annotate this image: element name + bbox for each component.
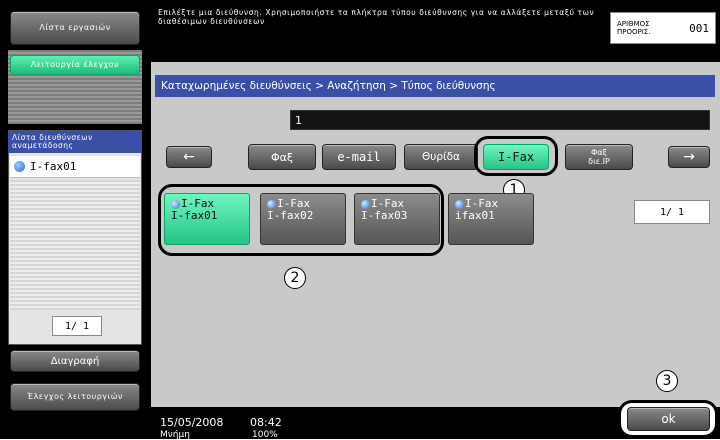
ok-button[interactable]: ok	[627, 407, 710, 431]
address-name: ifax01	[455, 209, 495, 222]
ifax-icon	[14, 161, 25, 172]
broadcast-list-item[interactable]: I-fax01	[10, 156, 140, 178]
left-page-indicator: 1/ 1	[52, 316, 102, 336]
right-page-indicator: 1/ 1	[634, 200, 710, 224]
address-button-ifax01[interactable]: I-Fax I-fax01	[164, 193, 250, 245]
dest-count-label: ΑΡΙΘΜΟΣ ΠΡΟΟΡΙΣ.	[617, 20, 651, 36]
job-list-button[interactable]: Λίστα εργασιών	[10, 11, 140, 45]
tab-ip-fax[interactable]: Φαξ διε.IP	[565, 144, 633, 170]
check-function-button[interactable]: Έλεγχος λειτουργιών	[10, 383, 140, 411]
broadcast-list-title: Λίστα διευθύνσεων αναμετάδοσης	[8, 131, 142, 153]
ip-fax-label-line1: Φαξ	[590, 148, 608, 157]
broadcast-list-empty	[10, 180, 140, 310]
ifax-icon	[455, 199, 464, 209]
instruction-text: Επιλέξτε μια διεύθυνση. Χρησιμοποιήστε τ…	[158, 8, 595, 26]
ip-fax-label-line2: διε.IP	[588, 157, 610, 166]
status-time: 08:42	[250, 416, 282, 429]
callout-3: 3	[656, 370, 678, 392]
tab-ifax[interactable]: I-Fax	[483, 144, 549, 170]
dest-count-box: ΑΡΙΘΜΟΣ ΠΡΟΟΡΙΣ. 001	[610, 12, 716, 44]
tab-fax[interactable]: Φαξ	[248, 144, 316, 170]
prev-page-button[interactable]: ←	[166, 146, 212, 168]
search-field[interactable]: 1	[290, 110, 710, 130]
address-name: I-fax02	[267, 209, 314, 222]
ifax-icon	[361, 199, 370, 209]
callout-2: 2	[284, 267, 306, 289]
address-name: I-fax01	[171, 209, 218, 222]
breadcrumb: Καταχωρημένες διευθύνσεις > Αναζήτηση > …	[155, 75, 715, 97]
next-page-button[interactable]: →	[668, 146, 710, 168]
tab-email[interactable]: e-mail	[322, 144, 396, 170]
address-button-ifax02[interactable]: I-Fax I-fax02	[260, 193, 346, 245]
status-date: 15/05/2008	[160, 416, 224, 429]
address-name: I-fax03	[361, 209, 408, 222]
tab-box[interactable]: Θυρίδα	[404, 144, 478, 170]
dest-count-value: 001	[689, 21, 709, 35]
delete-button[interactable]: Διαγραφή	[10, 350, 140, 372]
ifax-icon	[267, 199, 276, 209]
function-check-button[interactable]: Λειτουργία έλεγχου	[10, 55, 140, 75]
broadcast-item-label: I-fax01	[30, 160, 77, 173]
ifax-icon	[171, 199, 180, 209]
address-button-ifax03[interactable]: I-Fax I-fax03	[354, 193, 440, 245]
address-button-ifax01-b[interactable]: I-Fax ifax01	[448, 193, 534, 245]
